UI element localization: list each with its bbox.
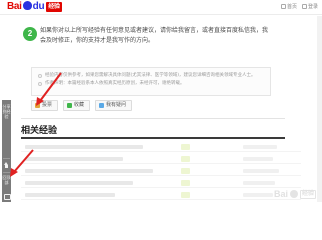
related-title-underline <box>21 137 285 139</box>
info-icon <box>38 82 42 86</box>
logo-tag: 经验 <box>46 2 62 12</box>
list-item[interactable] <box>21 143 301 152</box>
scrollbar-track[interactable] <box>317 16 322 202</box>
question-icon <box>99 103 105 108</box>
info-icon <box>38 74 42 78</box>
disclaimer-row: 经验内容仅供参考，如果您需解决具体问题(尤其法律、医学等领域)，建议您详细咨询相… <box>38 72 264 80</box>
baidu-paw-icon <box>289 190 298 198</box>
list-item-title <box>25 181 133 185</box>
list-item[interactable] <box>21 179 301 188</box>
article-actions: 投票 收藏 我有疑问 <box>31 100 133 111</box>
share-icon[interactable] <box>3 193 11 200</box>
report-button[interactable]: 我有疑问 <box>95 100 133 111</box>
list-item-title <box>25 145 143 149</box>
list-item[interactable] <box>21 155 301 164</box>
share-to-jingyan-button[interactable]: 分享到经验 <box>2 104 11 119</box>
header-link-home-label: 首页 <box>286 4 297 10</box>
header-link-home[interactable]: 首页 <box>280 3 297 11</box>
related-section-title: 相关经验 <box>21 126 58 136</box>
back-to-top-button[interactable]: 回顶部 <box>2 175 11 185</box>
step-text: 如果你对以上所写经验有任何意见或者建议，请你给我留言，或者直接百度私信我，我会及… <box>40 27 269 44</box>
section-divider <box>21 118 285 119</box>
disclaimer-box: 经验内容仅供参考，如果您需解决具体问题(尤其法律、医学等领域)，建议您详细咨询相… <box>31 67 271 96</box>
top-header: Bai du 经验 首页 登录 <box>0 0 322 15</box>
header-link-login-label: 登录 <box>307 4 318 10</box>
list-item-badge <box>181 156 190 162</box>
list-item-title <box>25 169 153 173</box>
watermark-logo: Bai 经验 <box>274 189 316 199</box>
arrow-up-icon[interactable] <box>3 162 10 168</box>
list-item-meta <box>243 145 277 149</box>
list-item-title <box>25 157 123 161</box>
header-links: 首页 登录 <box>280 3 318 11</box>
disclaimer-row: 作者声明：本篇经验系本人依照真实经历原创，未经许可，谢绝转载。 <box>38 80 264 88</box>
vote-button[interactable]: 投票 <box>31 100 59 111</box>
step-number-badge: 2 <box>23 27 37 41</box>
star-icon <box>67 103 73 108</box>
disclaimer-line: 经验内容仅供参考，如果您需解决具体问题(尤其法律、医学等领域)，建议您详细咨询相… <box>45 73 256 78</box>
list-item-badge <box>181 144 190 150</box>
logo-text-bai: Bai <box>7 1 22 12</box>
list-item[interactable] <box>21 191 301 200</box>
author-statement-line: 作者声明：本篇经验系本人依照真实经历原创，未经许可，谢绝转载。 <box>45 81 185 86</box>
baidu-jingyan-logo[interactable]: Bai du 经验 <box>7 1 62 13</box>
header-link-login[interactable]: 登录 <box>301 3 318 11</box>
list-item-badge <box>181 168 190 174</box>
report-button-label: 我有疑问 <box>106 102 127 108</box>
list-item-badge <box>181 192 190 198</box>
favorite-button[interactable]: 收藏 <box>63 100 91 111</box>
watermark-text: Bai <box>273 189 288 199</box>
floating-toolbar-label: 分享到经验 <box>2 104 11 119</box>
list-item-meta <box>243 193 273 197</box>
toolbar-divider <box>3 172 10 173</box>
related-list <box>21 143 301 203</box>
thumb-up-icon <box>35 103 40 108</box>
user-icon <box>301 4 307 9</box>
favorite-button-label: 收藏 <box>74 102 85 108</box>
vote-button-label: 投票 <box>42 102 53 108</box>
list-item[interactable] <box>21 167 301 176</box>
list-item-title <box>25 193 115 197</box>
list-item-badge <box>181 180 190 186</box>
floating-toolbar: 分享到经验 回顶部 <box>2 100 11 202</box>
baidu-paw-icon <box>22 1 32 10</box>
toolbar-divider <box>3 158 10 159</box>
list-item-meta <box>243 157 273 161</box>
list-item-meta <box>243 181 275 185</box>
back-to-top-label: 回顶部 <box>2 175 11 185</box>
logo-text-du: du <box>32 1 45 12</box>
watermark-tag: 经验 <box>299 189 316 199</box>
list-item-meta <box>243 169 279 173</box>
home-icon <box>280 4 286 9</box>
